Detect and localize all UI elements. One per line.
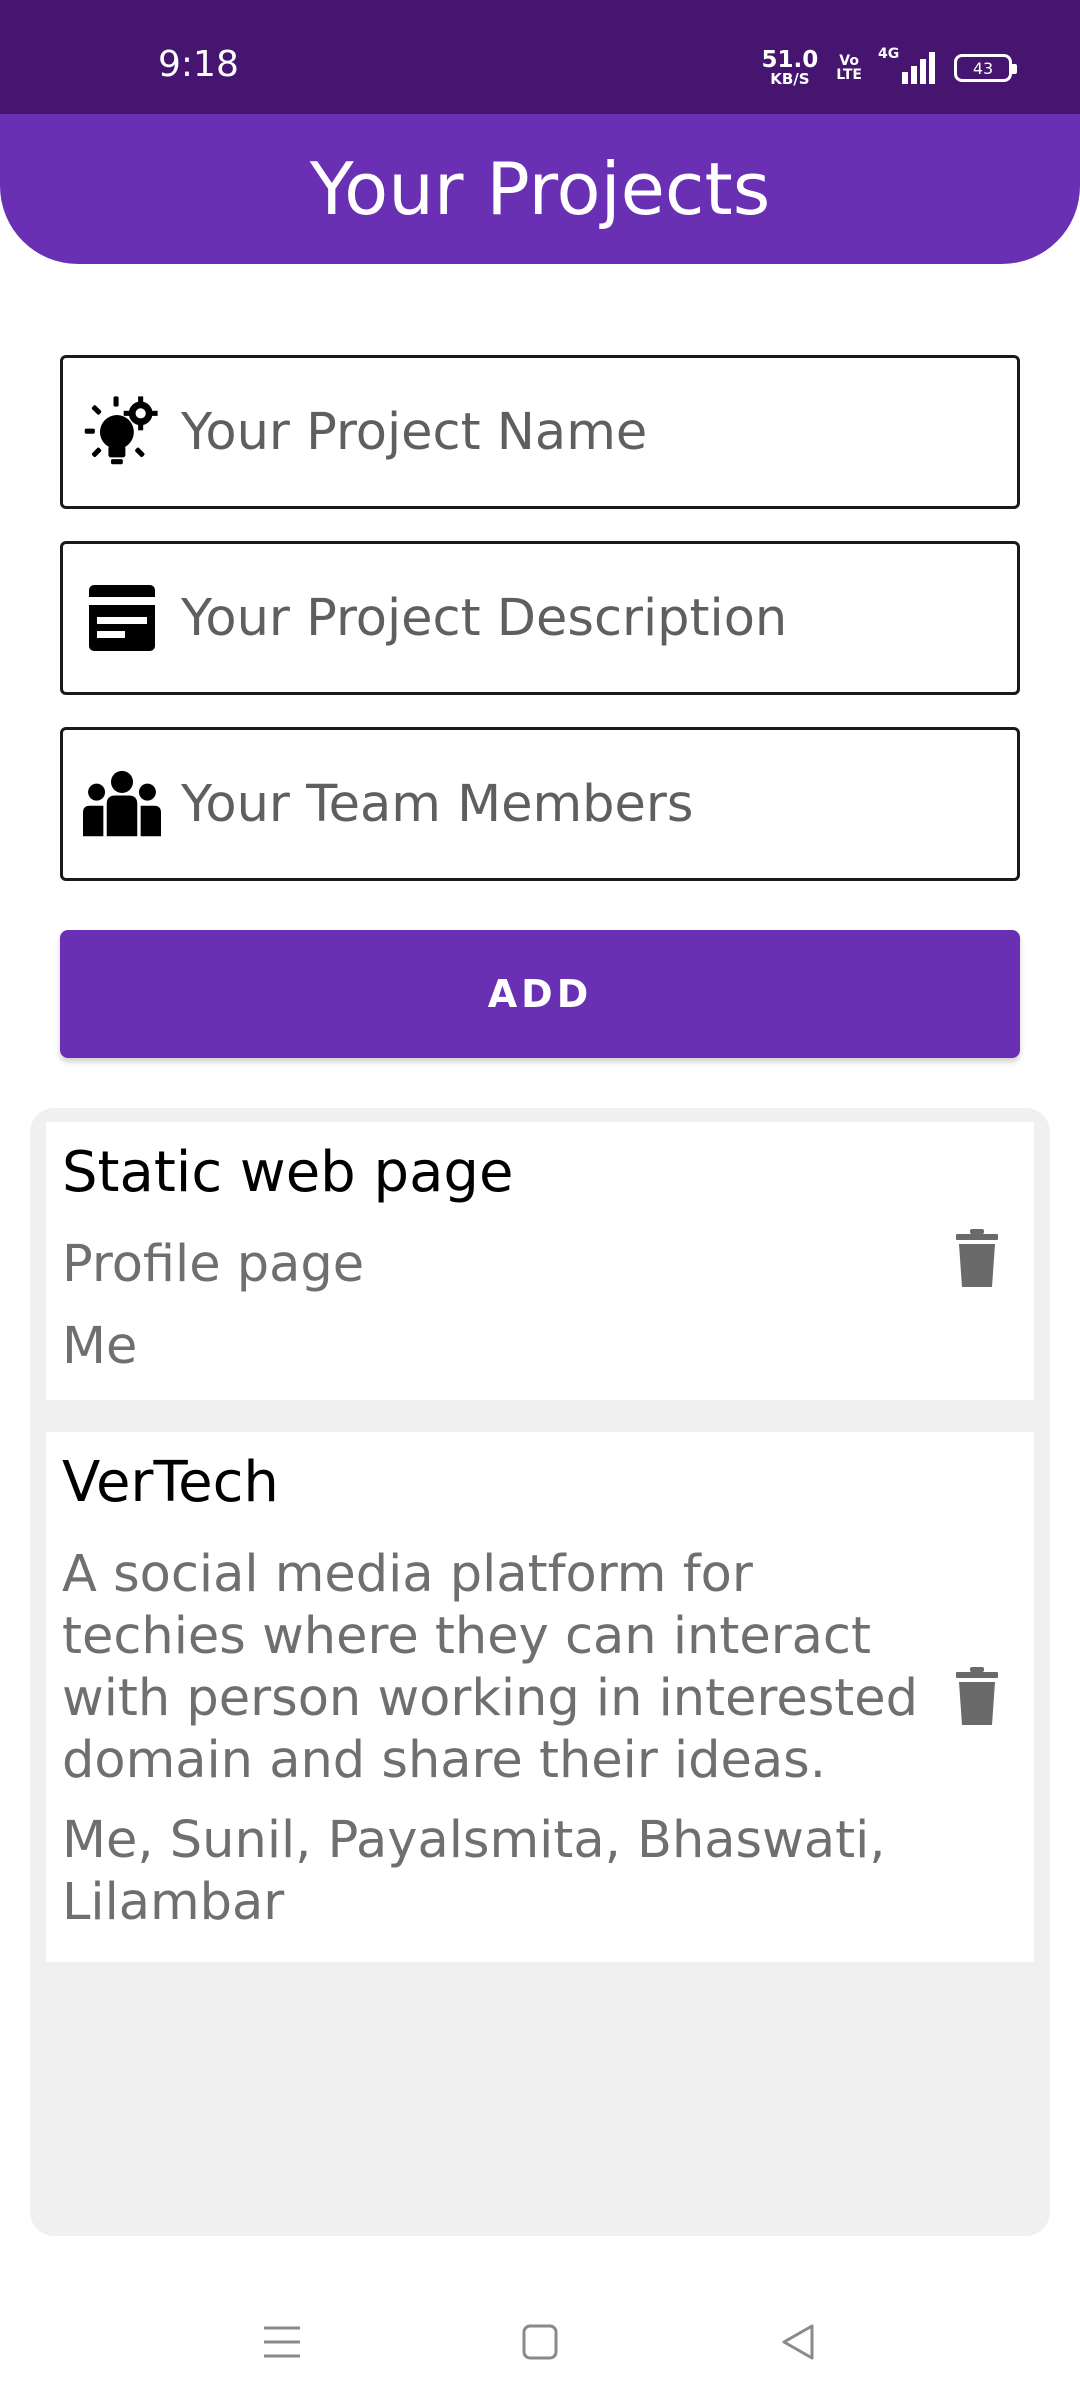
lightbulb-gear-icon	[63, 358, 161, 506]
home-icon[interactable]	[510, 2312, 570, 2372]
group-icon	[63, 730, 161, 878]
project-list: Static web page Profile page Me VerTech …	[30, 1108, 1050, 2236]
project-description-field[interactable]	[60, 541, 1020, 695]
status-time: 9:18	[158, 44, 239, 85]
project-title: VerTech	[62, 1450, 279, 1515]
status-icons: 51.0 KB/S Vo LTE 4G 43	[762, 46, 1017, 90]
app-header: Your Projects	[0, 114, 1080, 264]
system-nav-bar	[0, 2270, 1080, 2400]
battery-icon: 43	[954, 54, 1017, 82]
delete-icon[interactable]	[952, 1664, 1002, 1728]
project-team: Me	[62, 1317, 138, 1376]
signal-icon: 4G	[878, 46, 936, 86]
net-speed-value: 51.0	[761, 47, 819, 73]
add-button[interactable]: ADD	[60, 930, 1020, 1058]
volte-top: Vo	[839, 53, 859, 69]
project-team: Me, Sunil, Payalsmita, Bhaswati, Lilamba…	[62, 1811, 886, 1932]
project-description-input[interactable]	[161, 544, 1017, 692]
net-speed-indicator: 51.0 KB/S	[762, 49, 819, 87]
project-name-input[interactable]	[161, 358, 1017, 506]
project-description: Profile page	[62, 1235, 365, 1294]
card-icon	[63, 544, 161, 692]
project-card[interactable]: Static web page Profile page Me	[46, 1122, 1034, 1400]
battery-level: 43	[972, 58, 994, 78]
net-speed-unit: KB/S	[770, 70, 810, 88]
volte-bottom: LTE	[836, 67, 862, 83]
delete-icon[interactable]	[952, 1226, 1002, 1290]
back-icon[interactable]	[768, 2312, 828, 2372]
project-description: A social media platform for techies wher…	[62, 1545, 919, 1790]
menu-icon[interactable]	[252, 2312, 312, 2372]
project-card[interactable]: VerTech A social media platform for tech…	[46, 1432, 1034, 1962]
project-title: Static web page	[62, 1140, 514, 1205]
team-members-input[interactable]	[161, 730, 1017, 878]
status-bar: 9:18 51.0 KB/S Vo LTE 4G 43	[0, 0, 1080, 114]
page-title: Your Projects	[309, 147, 771, 231]
volte-icon: Vo LTE	[836, 54, 862, 82]
project-name-field[interactable]	[60, 355, 1020, 509]
team-members-field[interactable]	[60, 727, 1020, 881]
network-type: 4G	[878, 46, 900, 62]
